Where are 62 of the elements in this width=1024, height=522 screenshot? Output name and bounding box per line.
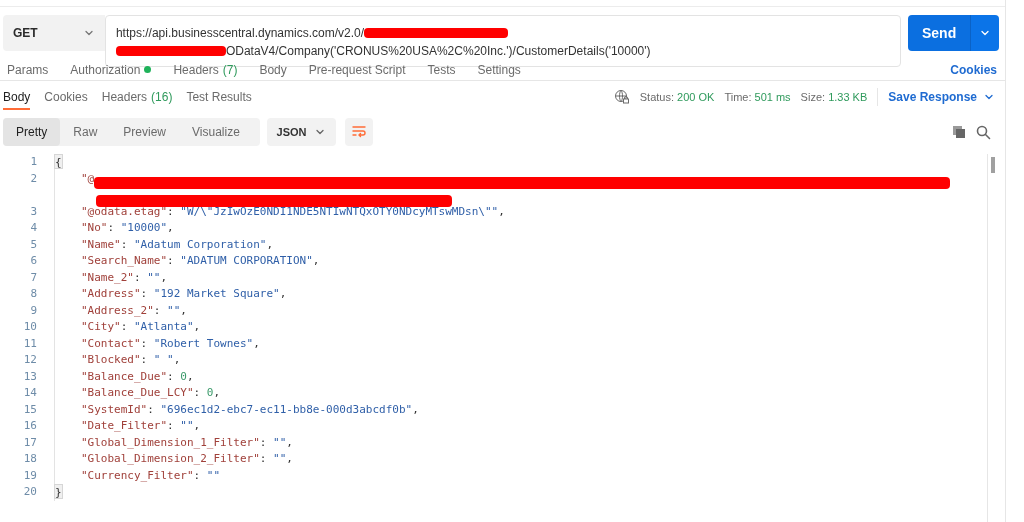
send-options-button[interactable]	[970, 15, 999, 51]
request-tab[interactable]: Params	[7, 58, 49, 81]
code-line: "Address_2": "",	[80, 302, 187, 319]
save-response-button[interactable]: Save Response	[888, 88, 995, 106]
code-line: "Currency_Filter": ""	[80, 467, 221, 484]
response-tab[interactable]: Headers (16)	[101, 84, 173, 110]
line-number: 10	[22, 319, 37, 335]
line-number: 20	[22, 484, 37, 500]
code-line: "Address": "192 Market Square",	[80, 286, 287, 302]
line-number: 1	[29, 154, 37, 170]
search-icon[interactable]	[976, 124, 991, 140]
line-number: 8	[29, 286, 37, 302]
code-line: "Search_Name": "ADATUM CORPORATION",	[80, 253, 320, 269]
format-select[interactable]: JSON	[267, 118, 336, 146]
line-number: 3	[29, 203, 37, 220]
status-item: Status: 200 OK	[639, 89, 715, 105]
status-item: Time: 501 ms	[724, 89, 791, 105]
line-number: 11	[22, 335, 37, 352]
code-line: "Balance_Due_LCY": 0,	[80, 385, 221, 401]
wrap-lines-button[interactable]	[345, 118, 373, 146]
wrap-lines-icon	[351, 125, 367, 139]
cookies-link[interactable]: Cookies	[950, 60, 997, 79]
code-line: "No": "10000",	[80, 220, 174, 236]
send-button[interactable]: Send	[908, 15, 971, 51]
line-number: 4	[29, 220, 37, 236]
line-number: 15	[22, 401, 37, 418]
view-mode-tab[interactable]: Raw	[60, 118, 111, 146]
line-number: 19	[22, 467, 37, 484]
code-line: "Global_Dimension_2_Filter": "",	[80, 451, 293, 467]
code-line: "City": "Atlanta",	[80, 319, 201, 335]
code-line: "Blocked": " ",	[80, 352, 181, 368]
code-line: "Balance_Due": 0,	[80, 368, 194, 385]
scrollbar-thumb[interactable]	[991, 157, 995, 173]
view-mode-tab[interactable]: Preview	[110, 118, 180, 146]
code-line: "Contact": "Robert Townes",	[80, 335, 260, 352]
view-mode-tab[interactable]: Visualize	[179, 118, 253, 146]
status-item: Size: 1.33 KB	[800, 89, 868, 105]
line-number: 7	[29, 269, 37, 286]
line-number: 9	[29, 302, 37, 319]
copy-icon[interactable]	[952, 125, 966, 139]
line-number: 18	[22, 451, 37, 467]
line-number: 2	[29, 170, 37, 187]
method-select[interactable]: GET	[3, 15, 105, 51]
line-number: 17	[22, 434, 37, 451]
view-mode-tab[interactable]: Pretty	[3, 118, 61, 146]
line-number: 14	[22, 385, 37, 401]
code-line: "Name_2": "",	[80, 269, 168, 286]
code-line: "SystemId": "696ec1d2-ebc7-ec11-bb8e-000d3abcdf0b",	[80, 401, 419, 418]
line-number: 13	[22, 368, 37, 385]
line-number: 12	[22, 352, 37, 368]
line-number: 5	[29, 236, 37, 253]
line-number: 16	[22, 418, 37, 434]
code-line: "Date_Filter": "",	[80, 418, 201, 434]
code-line: "@	[55, 170, 951, 204]
globe-lock-icon	[613, 89, 630, 105]
line-number: 6	[29, 253, 37, 269]
code-line: "@odata.etag": "W/\"JzIwOzE0NDI1NDE5NTIwNTQxOTY0NDcyMTswMDsn\"",	[80, 203, 505, 220]
response-tab[interactable]: Cookies	[44, 84, 88, 110]
code-line: "Global_Dimension_1_Filter": "",	[80, 434, 293, 451]
response-tab[interactable]: Body	[3, 84, 31, 110]
response-tab[interactable]: Test Results	[186, 84, 252, 110]
code-line: "Name": "Adatum Corporation",	[80, 236, 274, 253]
